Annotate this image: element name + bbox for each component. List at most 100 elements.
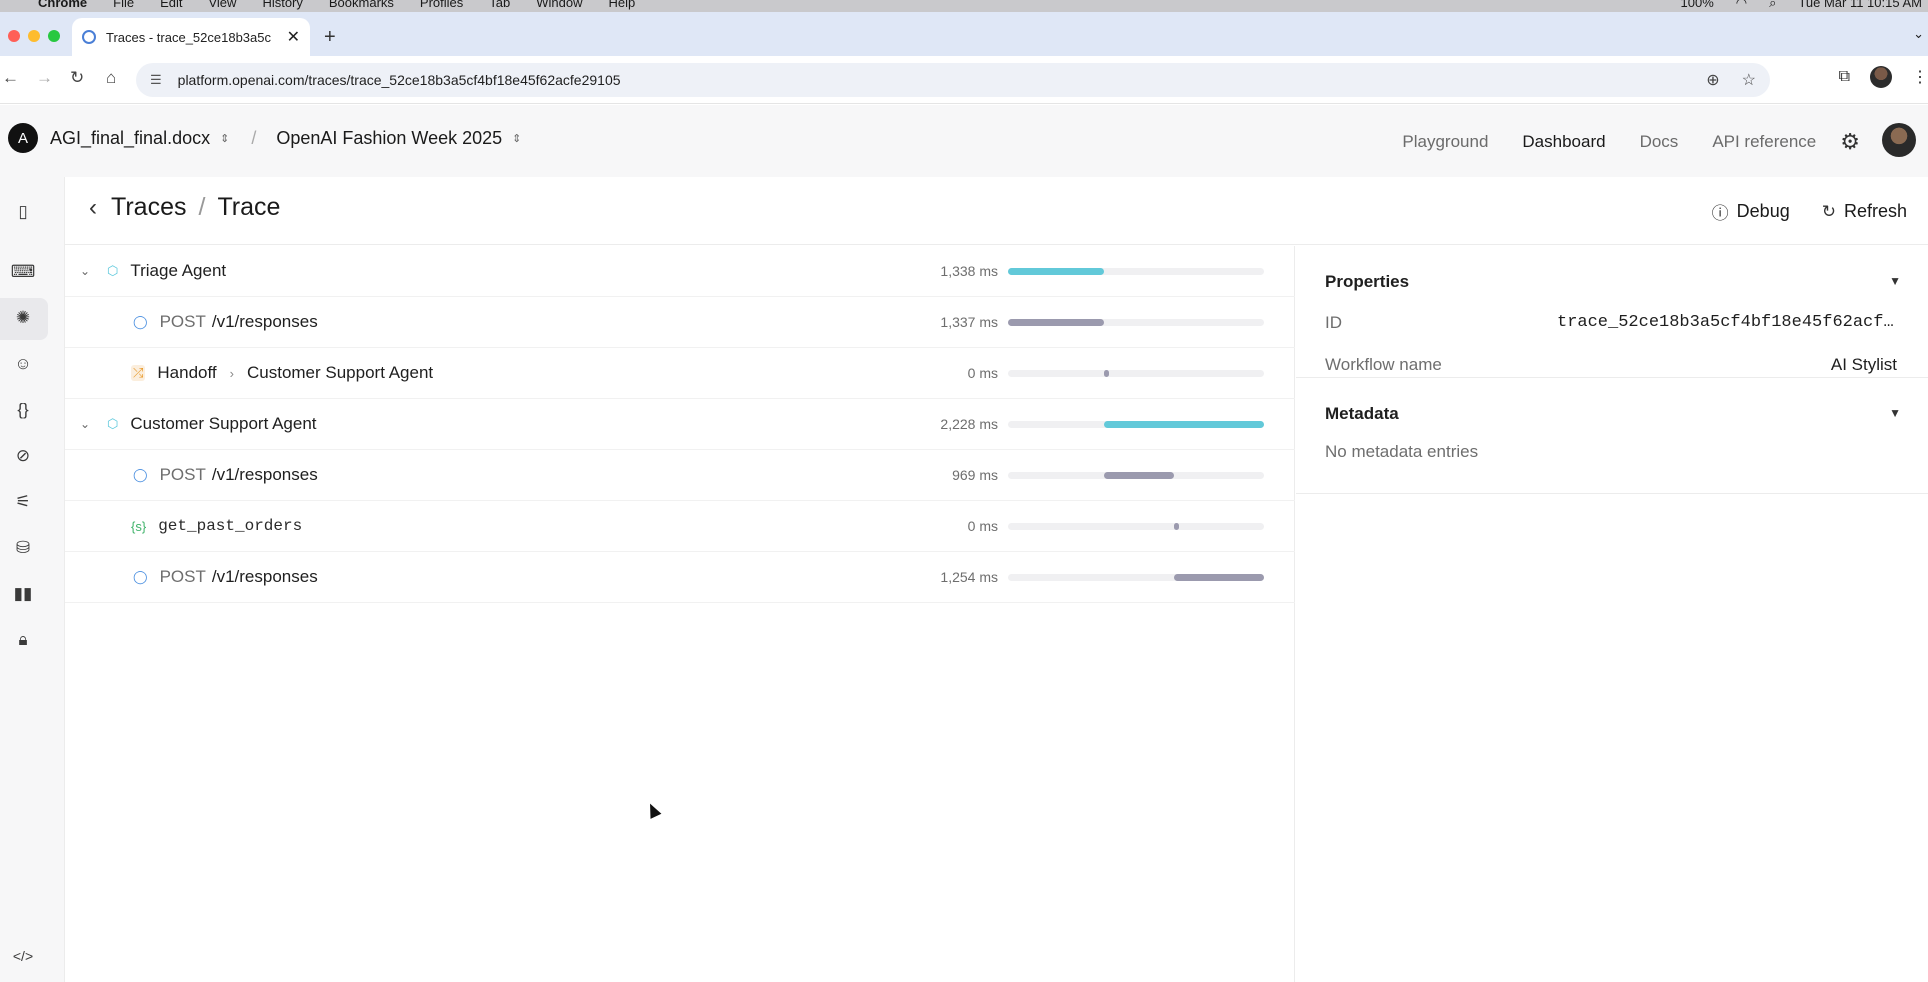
span-row[interactable]: ◯ POST /v1/responses 969 ms xyxy=(65,450,1295,501)
sidebar-item-explore-icon[interactable]: ⊘ xyxy=(10,443,36,469)
project-name[interactable]: OpenAI Fashion Week 2025 xyxy=(276,128,502,149)
close-window-button[interactable] xyxy=(8,30,20,42)
info-icon: ⓘ xyxy=(1711,204,1729,223)
agent-cube-icon: ⬡ xyxy=(107,263,119,278)
menubar-help[interactable]: Help xyxy=(609,0,636,9)
span-label: {s} get_past_orders xyxy=(131,517,302,535)
collapse-chevron-icon[interactable]: ⌄ xyxy=(80,264,90,278)
timeline-bar xyxy=(1008,267,1104,275)
menubar-file[interactable]: File xyxy=(113,0,134,9)
browser-tab[interactable]: Traces - trace_52ce18b3a5c ✕ xyxy=(72,18,310,56)
sidebar-item-api-keys-icon[interactable]: 🔒︎ xyxy=(10,627,36,653)
function-icon: {s} xyxy=(131,518,147,534)
metadata-toggle-icon[interactable]: ▼ xyxy=(1889,406,1901,420)
chrome-profile-avatar[interactable] xyxy=(1870,66,1892,88)
chrome-menu-icon[interactable]: ⋮ xyxy=(1912,67,1928,87)
span-method: POST xyxy=(159,567,206,586)
span-row[interactable]: ◯ POST /v1/responses 1,254 ms xyxy=(65,552,1295,603)
nav-dashboard[interactable]: Dashboard xyxy=(1522,132,1605,152)
top-navigation: Playground Dashboard Docs API reference … xyxy=(1402,123,1928,157)
bookmark-star-icon[interactable]: ☆ xyxy=(1742,70,1756,90)
response-circle-icon: ◯ xyxy=(133,467,148,482)
nav-api-reference[interactable]: API reference xyxy=(1712,132,1816,152)
reload-icon[interactable]: ↻ xyxy=(70,68,84,88)
debug-button[interactable]: ⓘ Debug xyxy=(1712,199,1790,224)
properties-title[interactable]: Properties xyxy=(1325,272,1409,292)
metadata-title[interactable]: Metadata xyxy=(1325,404,1399,424)
nav-docs[interactable]: Docs xyxy=(1640,132,1679,152)
back-icon[interactable]: ← xyxy=(2,68,19,88)
sidebar-item-assistants-icon[interactable]: ☺ xyxy=(10,351,36,377)
sidebar-toggle-icon[interactable]: ▯ xyxy=(10,199,36,225)
span-duration: 1,254 ms xyxy=(940,569,998,585)
tab-search-chevron-icon[interactable]: ⌄ xyxy=(1913,26,1924,42)
property-id-value[interactable]: trace_52ce18b3a5cf4bf18e45f62acfe29105 xyxy=(1557,313,1897,333)
minimize-window-button[interactable] xyxy=(28,30,40,42)
span-label: ⤮ Handoff › Customer Support Agent xyxy=(131,363,433,383)
header-separator: / xyxy=(251,127,257,148)
settings-gear-icon[interactable]: ⚙ xyxy=(1840,129,1860,155)
sidebar-item-traces-icon[interactable]: ✺ xyxy=(10,305,36,331)
menubar-clock[interactable]: Tue Mar 11 10:15 AM xyxy=(1798,0,1922,9)
menubar-bookmarks[interactable]: Bookmarks xyxy=(329,0,394,9)
user-avatar[interactable] xyxy=(1882,123,1916,157)
home-icon[interactable]: ⌂ xyxy=(106,68,116,88)
tab-title: Traces - trace_52ce18b3a5c xyxy=(106,29,272,45)
timeline-track xyxy=(1008,471,1264,479)
wifi-icon[interactable]: ◠ xyxy=(1736,0,1747,9)
timeline-track xyxy=(1008,522,1264,530)
nav-playground[interactable]: Playground xyxy=(1402,132,1488,152)
sidebar-item-fine-tuning-icon[interactable]: ⚟ xyxy=(10,489,36,515)
extensions-icon[interactable]: ⧉ xyxy=(1839,68,1850,86)
spotlight-icon[interactable]: ⌕ xyxy=(1769,0,1776,9)
project-selector-icon[interactable]: ⇕ xyxy=(512,132,521,145)
span-row[interactable]: ⌄ ⬡ Customer Support Agent 2,228 ms xyxy=(65,399,1295,450)
span-name: /v1/responses xyxy=(211,312,318,331)
span-duration: 1,338 ms xyxy=(940,263,998,279)
maximize-window-button[interactable] xyxy=(48,30,60,42)
browser-toolbar: ← → ↻ ⌂ ☰ platform.openai.com/traces/tra… xyxy=(0,56,1928,104)
sidebar-item-storage-icon[interactable]: ⛁ xyxy=(10,535,36,561)
debug-label: Debug xyxy=(1736,201,1790,221)
span-row[interactable]: ◯ POST /v1/responses 1,337 ms xyxy=(65,297,1295,348)
refresh-button[interactable]: ↻ Refresh xyxy=(1822,199,1907,224)
span-method: POST xyxy=(159,465,206,484)
timeline-track xyxy=(1008,573,1264,581)
sidebar-code-icon[interactable]: </> xyxy=(10,943,36,969)
breadcrumb-traces[interactable]: Traces xyxy=(111,193,186,222)
span-row[interactable]: ⤮ Handoff › Customer Support Agent 0 ms xyxy=(65,348,1295,399)
menubar-tab[interactable]: Tab xyxy=(489,0,510,9)
close-tab-icon[interactable]: ✕ xyxy=(287,27,300,47)
response-circle-icon: ◯ xyxy=(133,314,148,329)
collapse-chevron-icon[interactable]: ⌄ xyxy=(80,417,90,431)
menubar-history[interactable]: History xyxy=(262,0,302,9)
span-name: Customer Support Agent xyxy=(130,414,317,433)
span-row[interactable]: ⌄ ⬡ Triage Agent 1,338 ms xyxy=(65,246,1295,297)
sidebar-item-usage-icon[interactable]: ▮▮ xyxy=(10,581,36,607)
property-id-row: ID trace_52ce18b3a5cf4bf18e45f62acfe2910… xyxy=(1325,313,1897,333)
org-selector-icon[interactable]: ⇕ xyxy=(220,132,229,145)
address-bar[interactable]: ☰ platform.openai.com/traces/trace_52ce1… xyxy=(136,63,1770,97)
zoom-icon[interactable]: ⊕ xyxy=(1706,70,1719,90)
url-text[interactable]: platform.openai.com/traces/trace_52ce18b… xyxy=(178,72,621,88)
sidebar-item-stored-completions-icon[interactable]: {} xyxy=(10,397,36,423)
back-chevron-icon[interactable]: ‹ xyxy=(89,194,97,222)
menubar-edit[interactable]: Edit xyxy=(160,0,182,9)
menubar-view[interactable]: View xyxy=(208,0,236,9)
properties-toggle-icon[interactable]: ▼ xyxy=(1889,274,1901,288)
refresh-icon: ↻ xyxy=(1821,201,1836,221)
site-info-icon[interactable]: ☰ xyxy=(150,72,162,88)
sidebar-item-terminal-icon[interactable]: ⌨ xyxy=(10,259,36,285)
new-tab-icon[interactable]: + xyxy=(324,26,336,49)
span-label: ⬡ Customer Support Agent xyxy=(107,414,317,434)
menubar-profiles[interactable]: Profiles xyxy=(420,0,463,9)
span-row[interactable]: {s} get_past_orders 0 ms xyxy=(65,501,1295,552)
org-name[interactable]: AGI_final_final.docx xyxy=(50,128,210,149)
menubar-window[interactable]: Window xyxy=(536,0,582,9)
menubar-app-name[interactable]: Chrome xyxy=(38,0,87,9)
forward-icon[interactable]: → xyxy=(36,68,53,88)
trace-span-tree: ⌄ ⬡ Triage Agent 1,338 ms ◯ POST /v1/res… xyxy=(65,246,1295,982)
span-duration: 969 ms xyxy=(952,467,998,483)
org-avatar[interactable]: A xyxy=(8,123,38,153)
span-duration: 0 ms xyxy=(967,518,998,534)
